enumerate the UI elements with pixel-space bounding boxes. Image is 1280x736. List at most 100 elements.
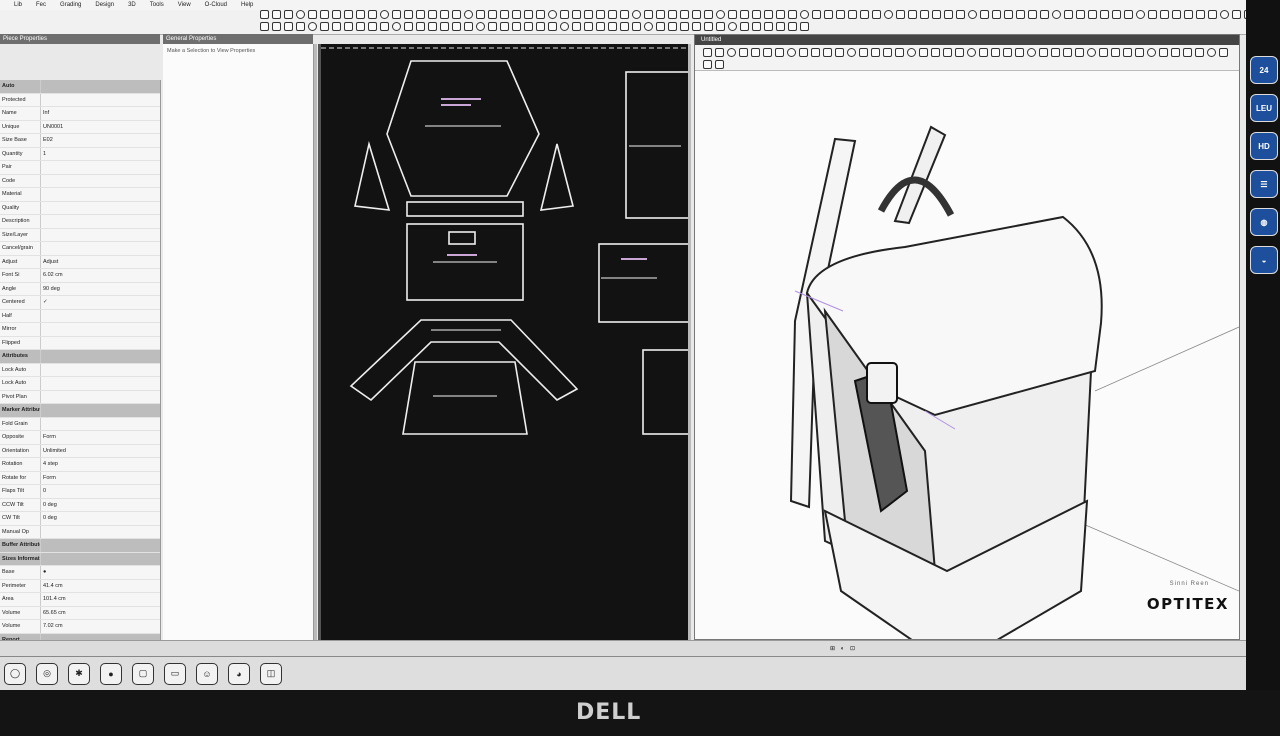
toolbar-tool-icon[interactable]: [1184, 10, 1193, 19]
toolbar-tool-icon[interactable]: [416, 10, 425, 19]
3d-tool-icon[interactable]: [727, 48, 736, 57]
toolbar-tool-icon[interactable]: [764, 22, 773, 31]
3d-tool-icon[interactable]: [1219, 48, 1228, 57]
property-value[interactable]: 41.4 cm: [40, 579, 160, 592]
property-row[interactable]: Angle 90 deg: [0, 282, 160, 296]
3d-tool-icon[interactable]: [1027, 48, 1036, 57]
toolbar-tool-icon[interactable]: [1124, 10, 1133, 19]
toolbar-tool-icon[interactable]: [692, 22, 701, 31]
toolbar-tool-icon[interactable]: [560, 22, 569, 31]
smile-icon[interactable]: ☺: [196, 662, 218, 685]
property-value[interactable]: Form: [40, 431, 160, 444]
property-row[interactable]: Orientation Unlimited: [0, 444, 160, 458]
property-value[interactable]: [40, 552, 160, 565]
toolbar-tool-icon[interactable]: [812, 10, 821, 19]
3d-tool-icon[interactable]: [1039, 48, 1048, 57]
3d-tool-icon[interactable]: [895, 48, 904, 57]
toolbar-tool-icon[interactable]: [752, 10, 761, 19]
property-value[interactable]: [40, 215, 160, 228]
toolbar-tool-icon[interactable]: [284, 10, 293, 19]
property-row[interactable]: Adjust Adjust: [0, 255, 160, 269]
menu-item-view[interactable]: View: [178, 2, 191, 8]
3d-tool-icon[interactable]: [1207, 48, 1216, 57]
3d-tool-icon[interactable]: [1135, 48, 1144, 57]
property-value[interactable]: ●: [40, 566, 160, 579]
toolbar-tool-icon[interactable]: [620, 10, 629, 19]
property-row[interactable]: Half: [0, 309, 160, 323]
toolbar-tool-icon[interactable]: [512, 22, 521, 31]
property-value[interactable]: [40, 201, 160, 214]
property-row[interactable]: Quality: [0, 201, 160, 215]
toolbar-tool-icon[interactable]: [428, 22, 437, 31]
toolbar-tool-icon[interactable]: [944, 10, 953, 19]
property-row[interactable]: Material: [0, 188, 160, 202]
property-value[interactable]: [40, 390, 160, 403]
3d-tool-icon[interactable]: [1171, 48, 1180, 57]
dock-item-24[interactable]: 24: [1250, 56, 1278, 84]
property-row[interactable]: Perimeter 41.4 cm: [0, 579, 160, 593]
property-row[interactable]: Rotate for Form: [0, 471, 160, 485]
property-value[interactable]: [40, 525, 160, 538]
menu-item-lib[interactable]: Lib: [14, 2, 22, 8]
toolbar-tool-icon[interactable]: [308, 22, 317, 31]
property-value[interactable]: Unlimited: [40, 444, 160, 457]
property-row[interactable]: Size Base E02: [0, 134, 160, 148]
toolbar-tool-icon[interactable]: [728, 10, 737, 19]
toolbar-tool-icon[interactable]: [548, 10, 557, 19]
toolbar-tool-icon[interactable]: [848, 10, 857, 19]
toolbar-tool-icon[interactable]: [584, 22, 593, 31]
property-value[interactable]: 7.02 cm: [40, 620, 160, 633]
property-value[interactable]: [40, 350, 160, 363]
toolbar-tool-icon[interactable]: [572, 10, 581, 19]
toolbar-tool-icon[interactable]: [716, 22, 725, 31]
toolbar-tool-icon[interactable]: [332, 22, 341, 31]
toolbar-tool-icon[interactable]: [608, 10, 617, 19]
toolbar-tool-icon[interactable]: [500, 10, 509, 19]
toolbar-tool-icon[interactable]: [476, 22, 485, 31]
toolbar-tool-icon[interactable]: [788, 10, 797, 19]
toolbar-tool-icon[interactable]: [368, 10, 377, 19]
toolbar-tool-icon[interactable]: [1016, 10, 1025, 19]
toolbar-tool-icon[interactable]: [884, 10, 893, 19]
toolbar-tool-icon[interactable]: [416, 22, 425, 31]
toolbar-tool-icon[interactable]: [644, 22, 653, 31]
3d-tool-icon[interactable]: [907, 48, 916, 57]
firefox-icon[interactable]: ◕: [228, 662, 250, 685]
menu-item-tools[interactable]: Tools: [150, 2, 164, 8]
property-value[interactable]: 6.02 cm: [40, 269, 160, 282]
folder-icon[interactable]: ▭: [164, 662, 186, 685]
property-value[interactable]: [40, 336, 160, 349]
toolbar-tool-icon[interactable]: [584, 10, 593, 19]
toolbar-tool-icon[interactable]: [740, 10, 749, 19]
toolbar-tool-icon[interactable]: [296, 10, 305, 19]
toolbar-tool-icon[interactable]: [680, 10, 689, 19]
3d-tool-icon[interactable]: [715, 48, 724, 57]
toolbar-tool-icon[interactable]: [320, 22, 329, 31]
3d-tool-icon[interactable]: [835, 48, 844, 57]
property-row[interactable]: Area 101.4 cm: [0, 593, 160, 607]
toolbar-tool-icon[interactable]: [428, 10, 437, 19]
toolbar-tool-icon[interactable]: [920, 10, 929, 19]
toolbar-tool-icon[interactable]: [752, 22, 761, 31]
toolbar-tool-icon[interactable]: [1232, 10, 1241, 19]
property-value[interactable]: 90 deg: [40, 282, 160, 295]
property-value[interactable]: Form: [40, 471, 160, 484]
toolbar-tool-icon[interactable]: [344, 22, 353, 31]
toolbar-tool-icon[interactable]: [1220, 10, 1229, 19]
toolbar-tool-icon[interactable]: [1004, 10, 1013, 19]
toolbar-tool-icon[interactable]: [596, 10, 605, 19]
toolbar-tool-icon[interactable]: [272, 10, 281, 19]
toolbar-tool-icon[interactable]: [596, 22, 605, 31]
3d-tool-icon[interactable]: [1051, 48, 1060, 57]
toolbar-tool-icon[interactable]: [1064, 10, 1073, 19]
menu-item-3d[interactable]: 3D: [128, 2, 136, 8]
3d-tool-icon[interactable]: [1183, 48, 1192, 57]
3d-tool-icon[interactable]: [1075, 48, 1084, 57]
toolbar-tool-icon[interactable]: [656, 10, 665, 19]
property-row[interactable]: Cancel/grain: [0, 242, 160, 256]
3d-tool-icon[interactable]: [979, 48, 988, 57]
property-row[interactable]: Volume 7.02 cm: [0, 620, 160, 634]
toolbar-tool-icon[interactable]: [1196, 10, 1205, 19]
toolbar-tool-icon[interactable]: [968, 10, 977, 19]
property-value[interactable]: [40, 188, 160, 201]
